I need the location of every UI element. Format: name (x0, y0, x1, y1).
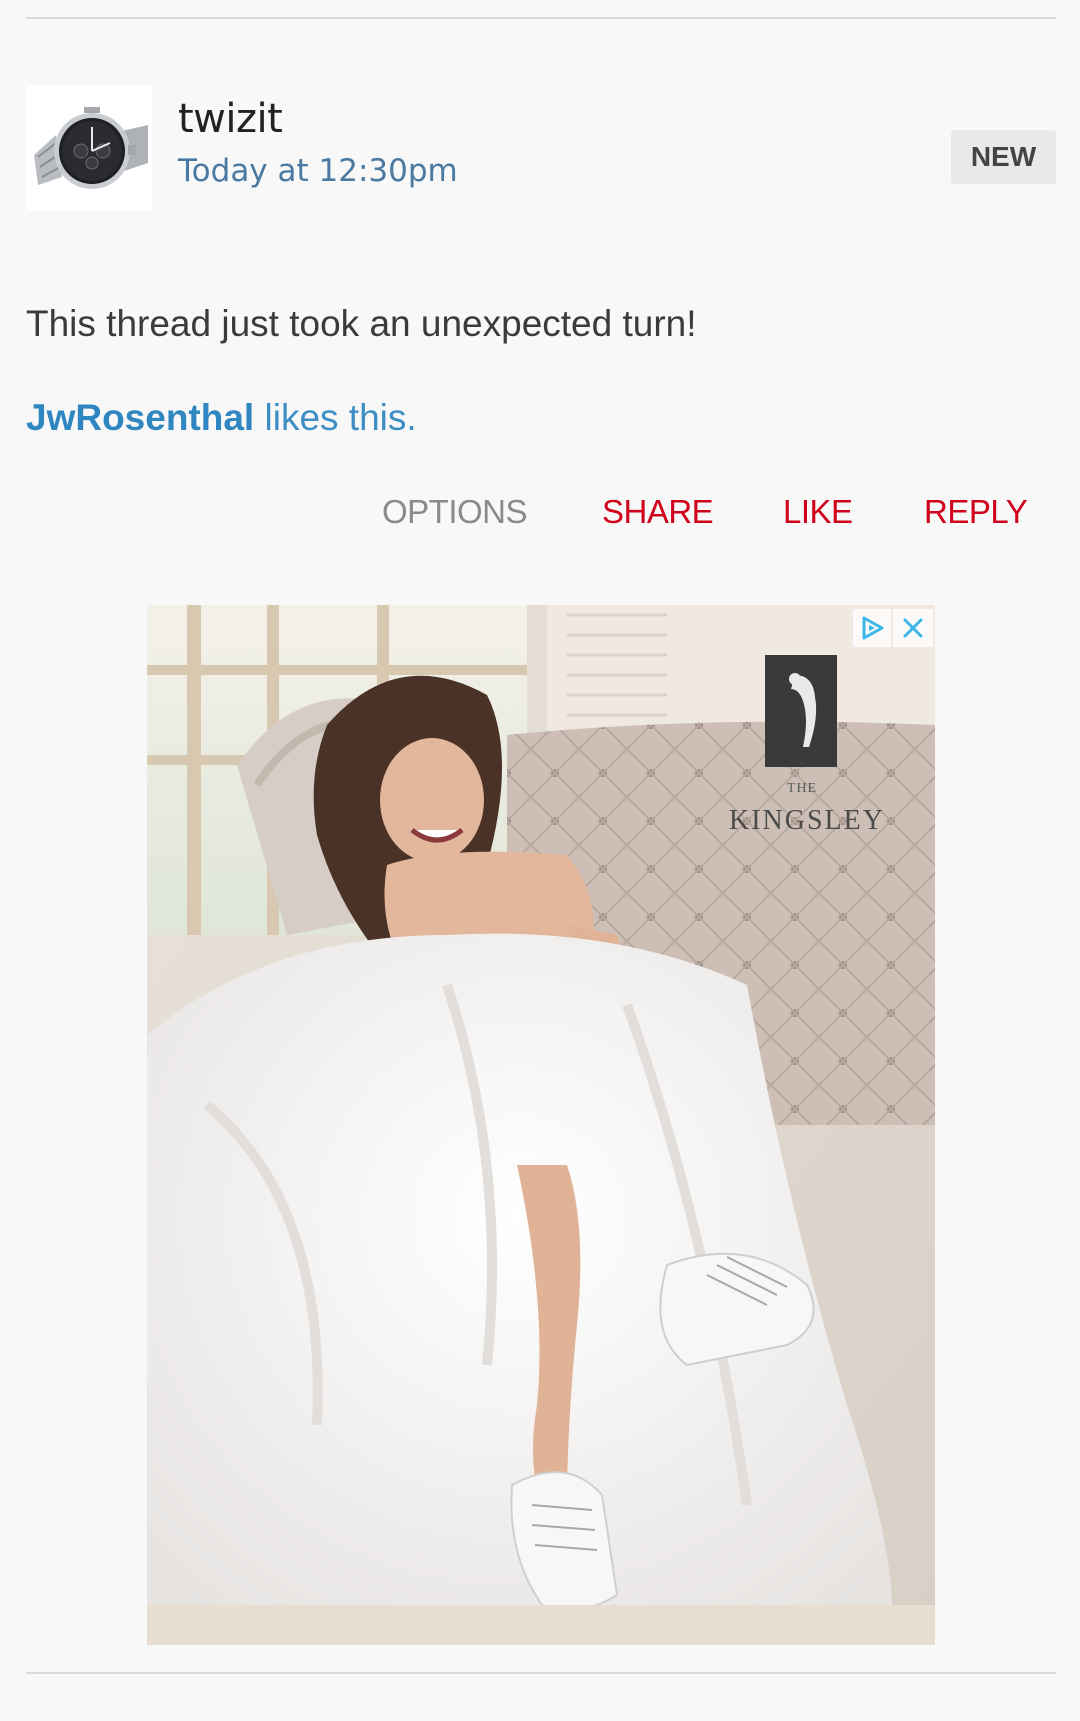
top-divider (26, 17, 1056, 19)
reply-button[interactable]: REPLY (924, 493, 1028, 531)
likes-suffix: likes this. (254, 397, 417, 438)
post-actions: OPTIONS SHARE LIKE REPLY (0, 493, 1080, 537)
likes-summary: JwRosenthal likes this. (26, 397, 417, 439)
options-button[interactable]: OPTIONS (382, 493, 528, 531)
like-button[interactable]: LIKE (783, 493, 853, 531)
liker-link[interactable]: JwRosenthal (26, 397, 254, 438)
adchoices-icon[interactable] (853, 609, 891, 647)
post-timestamp[interactable]: Today at 12:30pm (178, 153, 458, 189)
advertisement[interactable]: THE KINGSLEY (147, 605, 935, 1645)
watch-icon (26, 85, 152, 211)
post-username[interactable]: twizit (178, 96, 283, 142)
brand-prefix: THE (786, 781, 818, 796)
avatar[interactable] (26, 85, 152, 211)
close-icon[interactable] (893, 609, 933, 647)
brand-logo (765, 655, 837, 767)
brand-name: KINGSLEY (729, 805, 885, 836)
share-button[interactable]: SHARE (602, 493, 714, 531)
post-text: This thread just took an unexpected turn… (26, 303, 697, 344)
new-badge: NEW (951, 130, 1056, 184)
bottom-divider (26, 1672, 1056, 1674)
